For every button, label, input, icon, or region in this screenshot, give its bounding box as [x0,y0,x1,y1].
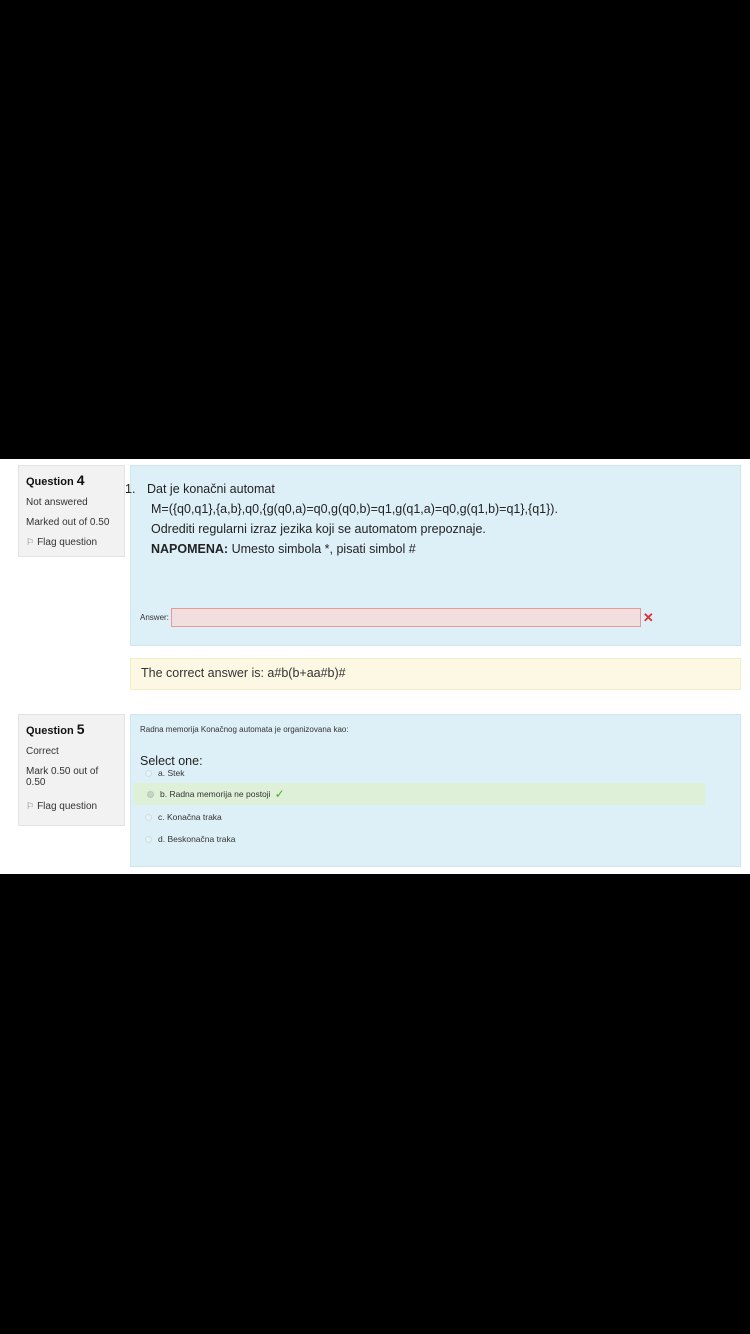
radio-button[interactable] [145,835,152,843]
note-text: Umesto simbola *, pisati simbol # [228,542,416,556]
question-label: Question [26,476,74,488]
flag-question-link[interactable]: ⚐ Flag question [26,537,124,548]
radio-button[interactable] [145,769,152,777]
flag-question-label: Flag question [37,801,98,812]
question-number-value: 5 [76,721,85,737]
question-label: Question [26,725,74,737]
checkmark-icon: ✓ [274,787,285,801]
question-mark: Mark 0.50 out of 0.50 [26,766,99,788]
question-number-value: 4 [76,472,85,488]
answer-row: Answer: ✕ [140,608,654,627]
option-label: b. Radna memorija ne postoji [160,789,271,799]
option-c[interactable]: c. Konačna traka [131,806,740,828]
question-text-line-1: Dat je konačni automat [147,482,275,496]
question-text: 1. Dat je konačni automat M=({q0,q1},{a,… [125,479,558,559]
question-status: Correct [26,746,59,757]
answer-input[interactable] [170,608,641,627]
question-mark: Marked out of 0.50 [26,517,110,528]
question-formulation-4: 1. Dat je konačni automat M=({q0,q1},{a,… [125,465,741,646]
list-marker: 1. [125,482,136,496]
option-a[interactable]: a. Stek [131,763,740,783]
answer-label: Answer: [140,613,169,622]
flag-question-label: Flag question [37,537,98,548]
option-label: d. Beskonačna traka [158,834,236,844]
radio-button[interactable] [145,813,152,821]
question-status: Not answered [26,497,88,508]
quiz-review-content: Question 4 Not answered Marked out of 0.… [0,459,750,874]
option-d[interactable]: d. Beskonačna traka [131,828,740,850]
flag-icon: ⚐ [26,537,35,547]
flag-question-link[interactable]: ⚐ Flag question [26,801,124,812]
answer-options: a. Stek b. Radna memorija ne postoji ✓ c… [131,768,740,850]
option-label: a. Stek [158,768,185,778]
question-text-line-2: M=({q0,q1},{a,b},q0,{g(q0,a)=q0,g(q0,b)=… [151,502,558,516]
question-number: Question 4 [26,472,124,488]
correct-answer-feedback: The correct answer is: a#b(b+aa#b)# [130,658,741,690]
question-formulation-5: Radna memorija Konačnog automata je orga… [130,714,741,867]
question-info-5: Question 5 Correct Mark 0.50 out of 0.50… [18,714,125,826]
question-info-4: Question 4 Not answered Marked out of 0.… [18,465,125,557]
question-number: Question 5 [26,721,124,737]
radio-button-selected[interactable] [147,790,154,798]
option-label: c. Konačna traka [158,812,222,822]
question-text: Radna memorija Konačnog automata je orga… [140,725,349,734]
question-text-line-3: Odrediti regularni izraz jezika koji se … [151,522,486,536]
cross-icon: ✕ [642,609,654,625]
note-bold: NAPOMENA: [151,542,229,556]
question-note: NAPOMENA: Umesto simbola *, pisati simbo… [147,539,558,559]
flag-icon: ⚐ [26,801,35,811]
option-b[interactable]: b. Radna memorija ne postoji ✓ [133,783,705,805]
